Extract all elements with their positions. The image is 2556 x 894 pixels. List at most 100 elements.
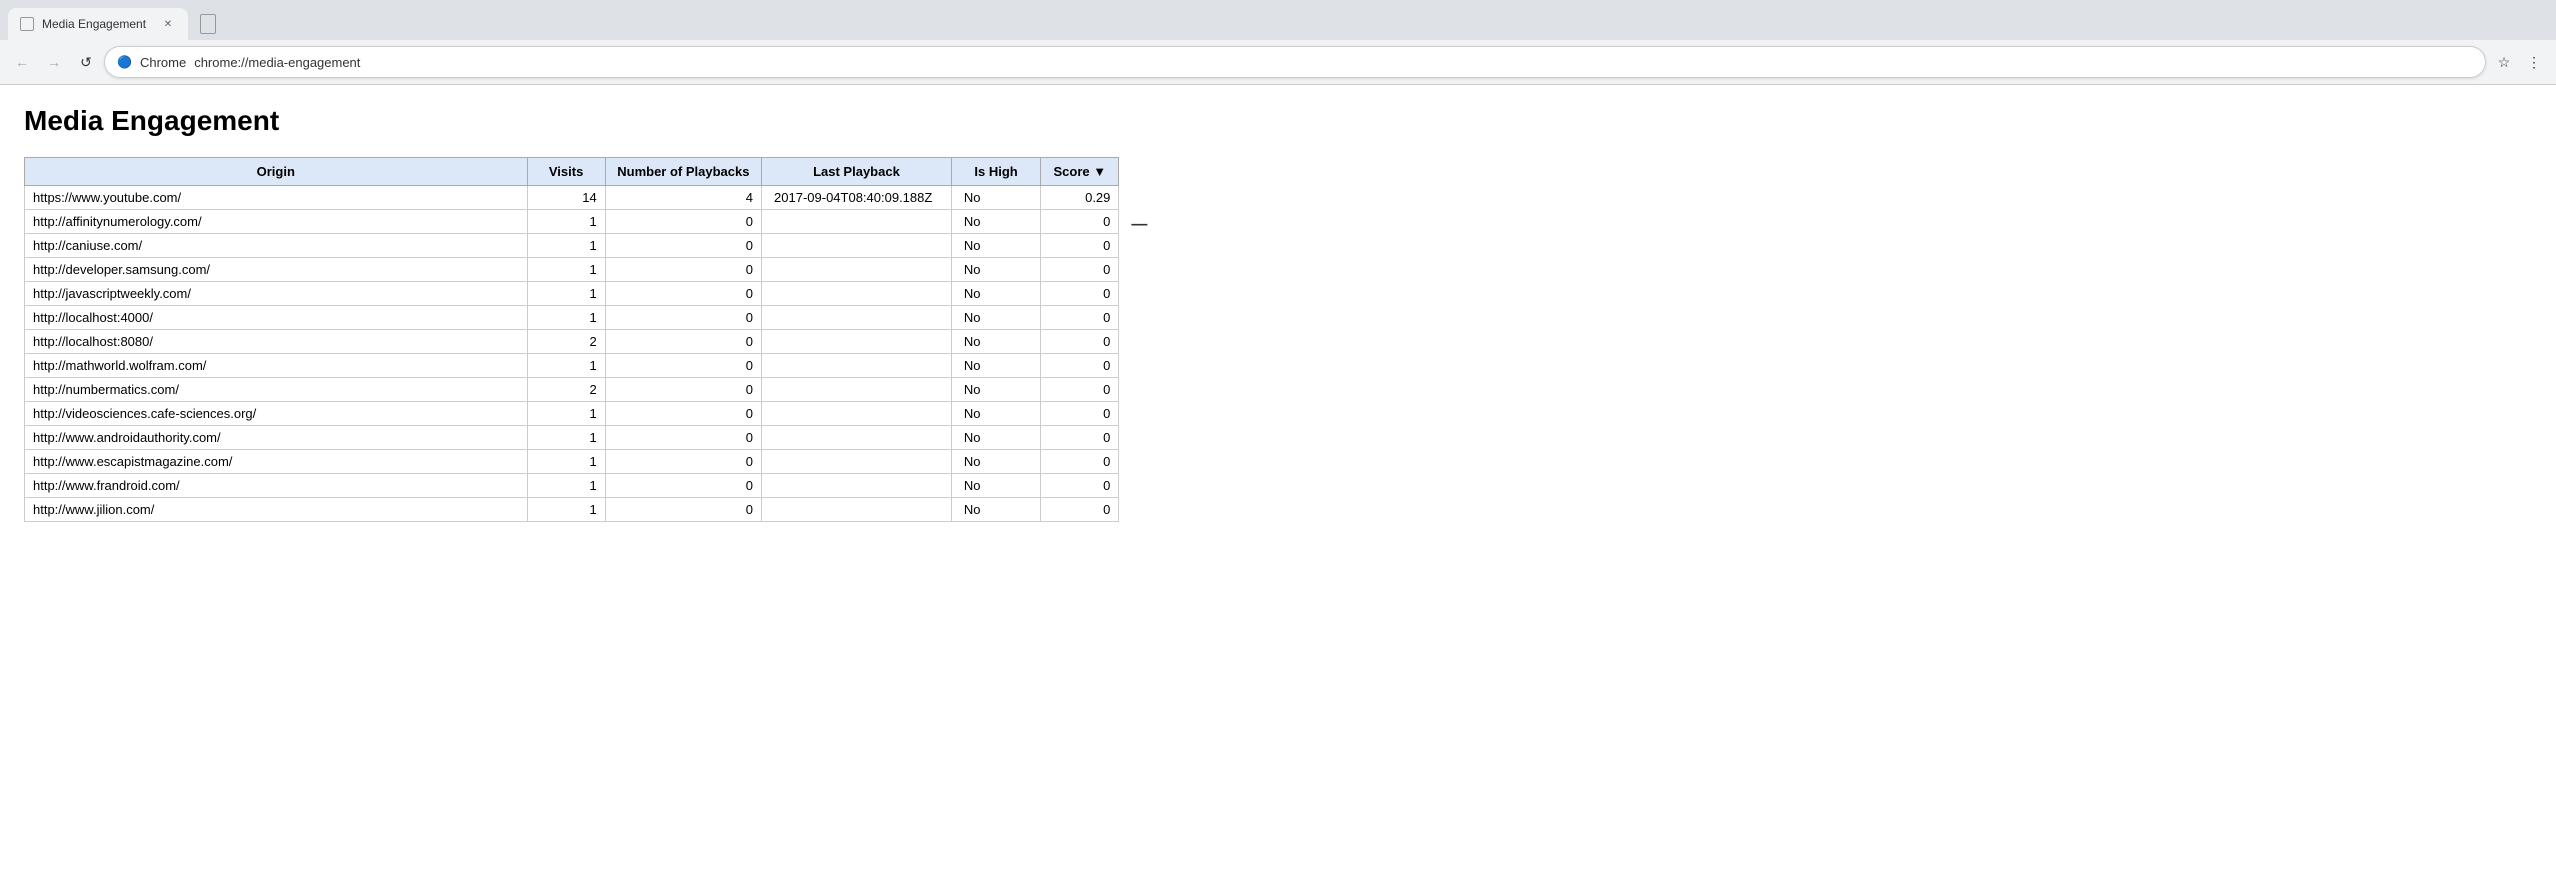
cell-lastplayback (762, 282, 952, 306)
cell-score: 0 (1041, 378, 1119, 402)
table-container: Origin Visits Number of Playbacks Last P… (24, 157, 1119, 522)
score-dash-indicator: — (1131, 216, 1147, 234)
cell-playbacks: 0 (605, 426, 761, 450)
cell-score: 0 (1041, 330, 1119, 354)
table-row: http://www.jilion.com/10No0 (25, 498, 1119, 522)
cell-ishigh: No (951, 354, 1040, 378)
cell-ishigh: No (951, 474, 1040, 498)
cell-playbacks: 0 (605, 234, 761, 258)
table-row: http://www.androidauthority.com/10No0 (25, 426, 1119, 450)
header-playbacks[interactable]: Number of Playbacks (605, 158, 761, 186)
table-row: http://localhost:4000/10No0 (25, 306, 1119, 330)
header-origin[interactable]: Origin (25, 158, 528, 186)
cell-lastplayback (762, 330, 952, 354)
table-row: http://www.frandroid.com/10No0 (25, 474, 1119, 498)
table-row: http://numbermatics.com/20No0 (25, 378, 1119, 402)
cell-score: 0 (1041, 234, 1119, 258)
cell-score: 0 (1041, 306, 1119, 330)
header-score[interactable]: Score ▼ (1041, 158, 1119, 186)
cell-origin: http://localhost:8080/ (25, 330, 528, 354)
table-row: https://www.youtube.com/1442017-09-04T08… (25, 186, 1119, 210)
cell-score: 0 (1041, 402, 1119, 426)
cell-lastplayback (762, 306, 952, 330)
cell-lastplayback (762, 378, 952, 402)
cell-ishigh: No (951, 306, 1040, 330)
browser-chrome: Media Engagement ✕ ← → ↺ 🔵 Chrome chrome… (0, 0, 2556, 85)
header-last-playback[interactable]: Last Playback (762, 158, 952, 186)
page-content: Media Engagement Origin Visits Number of… (0, 85, 2556, 545)
header-visits[interactable]: Visits (527, 158, 605, 186)
cell-score: 0 (1041, 354, 1119, 378)
cell-origin: http://www.escapistmagazine.com/ (25, 450, 528, 474)
cell-lastplayback (762, 498, 952, 522)
cell-visits: 14 (527, 186, 605, 210)
cell-score: 0 (1041, 426, 1119, 450)
table-row: http://mathworld.wolfram.com/10No0 (25, 354, 1119, 378)
table-row: http://javascriptweekly.com/10No0 (25, 282, 1119, 306)
cell-origin: http://caniuse.com/ (25, 234, 528, 258)
cell-ishigh: No (951, 402, 1040, 426)
cell-score: 0.29 (1041, 186, 1119, 210)
table-row: http://videosciences.cafe-sciences.org/1… (25, 402, 1119, 426)
address-bar[interactable]: 🔵 Chrome chrome://media-engagement (104, 46, 2486, 78)
active-tab[interactable]: Media Engagement ✕ (8, 8, 188, 40)
cell-lastplayback: 2017-09-04T08:40:09.188Z (762, 186, 952, 210)
tab-close-button[interactable]: ✕ (160, 16, 176, 32)
cell-lastplayback (762, 474, 952, 498)
header-is-high[interactable]: Is High (951, 158, 1040, 186)
cell-origin: http://www.jilion.com/ (25, 498, 528, 522)
cell-playbacks: 0 (605, 282, 761, 306)
cell-origin: http://affinitynumerology.com/ (25, 210, 528, 234)
tab-title: Media Engagement (42, 17, 152, 31)
cell-visits: 1 (527, 234, 605, 258)
cell-ishigh: No (951, 186, 1040, 210)
cell-visits: 2 (527, 378, 605, 402)
cell-ishigh: No (951, 234, 1040, 258)
table-row: http://developer.samsung.com/10No0 (25, 258, 1119, 282)
cell-visits: 1 (527, 450, 605, 474)
cell-origin: http://videosciences.cafe-sciences.org/ (25, 402, 528, 426)
toolbar-actions: ☆ ⋮ (2490, 48, 2548, 76)
cell-score: 0 (1041, 498, 1119, 522)
bookmark-button[interactable]: ☆ (2490, 48, 2518, 76)
cell-visits: 1 (527, 282, 605, 306)
cell-origin: https://www.youtube.com/ (25, 186, 528, 210)
cell-ishigh: No (951, 210, 1040, 234)
cell-visits: 2 (527, 330, 605, 354)
cell-origin: http://www.frandroid.com/ (25, 474, 528, 498)
cell-lastplayback (762, 450, 952, 474)
cell-score: 0 (1041, 282, 1119, 306)
menu-button[interactable]: ⋮ (2520, 48, 2548, 76)
back-button[interactable]: ← (8, 48, 36, 76)
cell-playbacks: 0 (605, 402, 761, 426)
cell-playbacks: 0 (605, 258, 761, 282)
cell-playbacks: 0 (605, 330, 761, 354)
forward-button[interactable]: → (40, 48, 68, 76)
page-title: Media Engagement (24, 105, 2532, 137)
cell-playbacks: 0 (605, 378, 761, 402)
cell-lastplayback (762, 258, 952, 282)
table-row: http://caniuse.com/10No0 (25, 234, 1119, 258)
cell-playbacks: 0 (605, 210, 761, 234)
cell-ishigh: No (951, 282, 1040, 306)
refresh-button[interactable]: ↺ (72, 48, 100, 76)
cell-playbacks: 0 (605, 306, 761, 330)
cell-lastplayback (762, 354, 952, 378)
cell-origin: http://www.androidauthority.com/ (25, 426, 528, 450)
table-header-row: Origin Visits Number of Playbacks Last P… (25, 158, 1119, 186)
cell-score: 0 (1041, 474, 1119, 498)
cell-lastplayback (762, 210, 952, 234)
secure-icon: 🔵 (117, 55, 132, 69)
table-row: http://www.escapistmagazine.com/10No0 (25, 450, 1119, 474)
cell-ishigh: No (951, 498, 1040, 522)
cell-score: 0 (1041, 258, 1119, 282)
new-tab-button[interactable] (188, 8, 228, 40)
cell-visits: 1 (527, 306, 605, 330)
table-row: http://affinitynumerology.com/10No0 (25, 210, 1119, 234)
cell-score: 0 (1041, 450, 1119, 474)
cell-ishigh: No (951, 258, 1040, 282)
cell-visits: 1 (527, 210, 605, 234)
cell-visits: 1 (527, 354, 605, 378)
cell-visits: 1 (527, 402, 605, 426)
cell-playbacks: 0 (605, 354, 761, 378)
